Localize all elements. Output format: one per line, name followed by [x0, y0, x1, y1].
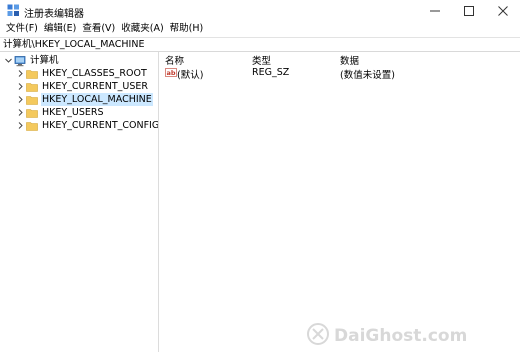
folder-icon	[26, 94, 38, 106]
close-icon	[498, 6, 508, 16]
tree-item-label: HKEY_CURRENT_CONFIG	[42, 120, 159, 131]
tree-item-label: HKEY_CURRENT_USER	[42, 81, 148, 92]
registry-editor-window: 注册表编辑器 文件(F) 编辑(E) 查看(V) 收藏夹(A) 帮助(H) 计算…	[0, 0, 520, 352]
minimize-button[interactable]	[418, 0, 452, 22]
value-type: REG_SZ	[252, 67, 290, 78]
watermark-logo: DaiGhost.com	[307, 323, 467, 346]
maximize-icon	[464, 6, 474, 16]
chevron-right-icon[interactable]	[16, 80, 24, 93]
chevron-down-icon[interactable]	[4, 54, 12, 67]
folder-icon	[26, 68, 38, 80]
folder-icon	[26, 120, 38, 132]
tree-item-label: HKEY_CLASSES_ROOT	[42, 68, 147, 79]
string-value-icon: ab	[165, 68, 177, 77]
list-item[interactable]: ab (默认) REG_SZ (数值未设置)	[160, 66, 520, 81]
column-header-name[interactable]: 名称	[165, 53, 184, 67]
tree-item-hkey-local-machine[interactable]: HKEY_LOCAL_MACHINE	[16, 93, 153, 106]
tree-pane: 计算机 HKEY_CLASSES_ROOT HKEY_CURRENT_USER	[0, 52, 159, 352]
minimize-icon	[430, 10, 440, 12]
chevron-right-icon[interactable]	[16, 93, 24, 106]
menu-bar: 文件(F) 编辑(E) 查看(V) 收藏夹(A) 帮助(H)	[0, 22, 520, 36]
list-header: 名称 类型 数据	[160, 52, 520, 67]
chevron-right-icon[interactable]	[16, 106, 24, 119]
tree-item-computer[interactable]: 计算机	[4, 54, 60, 67]
tree-item-hkey-current-config[interactable]: HKEY_CURRENT_CONFIG	[16, 119, 159, 132]
chevron-right-icon[interactable]	[16, 67, 24, 80]
maximize-button[interactable]	[452, 0, 486, 22]
tree-item-label: HKEY_LOCAL_MACHINE	[41, 93, 153, 106]
value-data: (数值未设置)	[340, 70, 395, 81]
tree-item-hkey-users[interactable]: HKEY_USERS	[16, 106, 105, 119]
title-bar[interactable]: 注册表编辑器	[0, 0, 520, 22]
column-header-data[interactable]: 数据	[340, 53, 359, 67]
registry-editor-icon	[7, 4, 19, 16]
tree-item-label: HKEY_USERS	[42, 107, 104, 118]
chevron-right-icon[interactable]	[16, 119, 24, 132]
value-name: (默认)	[177, 70, 204, 81]
values-pane: 名称 类型 数据 ab (默认) REG_SZ (数值未设置)	[160, 52, 520, 352]
tree-item-hkey-classes-root[interactable]: HKEY_CLASSES_ROOT	[16, 67, 148, 80]
svg-text:DaiGhost.com: DaiGhost.com	[334, 326, 467, 346]
window-title: 注册表编辑器	[24, 9, 84, 20]
folder-icon	[26, 107, 38, 119]
folder-icon	[26, 81, 38, 93]
menu-favorites[interactable]: 收藏夹(A)	[118, 22, 166, 36]
menu-edit[interactable]: 编辑(E)	[41, 22, 79, 36]
tree-item-hkey-current-user[interactable]: HKEY_CURRENT_USER	[16, 80, 149, 93]
menu-help[interactable]: 帮助(H)	[167, 22, 207, 36]
menu-view[interactable]: 查看(V)	[79, 22, 118, 36]
column-header-type[interactable]: 类型	[252, 53, 271, 67]
address-bar[interactable]: 计算机\HKEY_LOCAL_MACHINE	[0, 37, 520, 52]
menu-file[interactable]: 文件(F)	[3, 22, 41, 36]
tree-item-label: 计算机	[30, 55, 59, 66]
close-button[interactable]	[486, 0, 520, 22]
svg-text:ab: ab	[167, 69, 176, 77]
computer-icon	[14, 55, 26, 67]
